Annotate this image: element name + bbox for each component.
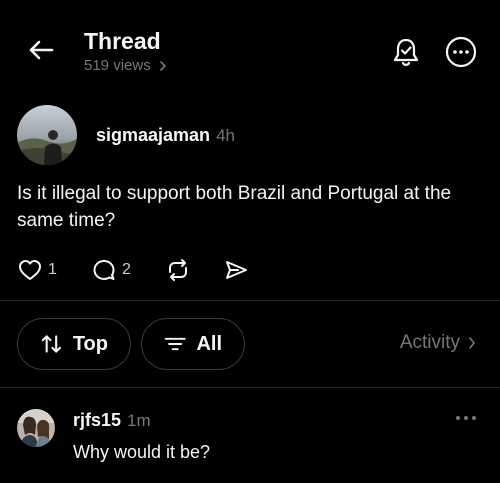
author-name: sigmaajaman — [96, 125, 211, 145]
activity-label: Activity — [399, 332, 460, 353]
share-button[interactable] — [223, 258, 249, 282]
repost-button[interactable] — [164, 258, 192, 282]
avatar[interactable] — [17, 105, 77, 165]
filter-label: All — [196, 332, 222, 355]
repost-icon — [169, 259, 187, 281]
more-dots-icon — [456, 416, 476, 420]
heart-icon — [19, 260, 41, 280]
views-count: 519 views — [84, 57, 151, 74]
comment-icon — [93, 260, 115, 280]
reply-more-button[interactable] — [452, 410, 480, 426]
chevron-right-icon — [159, 60, 166, 71]
arrow-left-icon — [29, 40, 54, 60]
top-bar: Thread 519 views — [0, 0, 500, 100]
post-time: 4h — [216, 126, 235, 145]
page-title: Thread — [84, 28, 161, 54]
reply-time: 1m — [127, 411, 151, 430]
sort-arrows-icon — [41, 335, 62, 353]
reply-button[interactable]: 2 — [91, 258, 131, 282]
activity-link[interactable]: Activity — [400, 332, 476, 354]
like-button[interactable]: 1 — [17, 258, 57, 282]
post-author[interactable]: sigmaajaman 4h — [96, 125, 235, 146]
reply-author-name: rjfs15 — [73, 410, 122, 430]
sort-top-button[interactable]: Top — [17, 318, 131, 370]
reply-text: Why would it be? — [73, 442, 211, 462]
filter-lines-icon — [164, 337, 186, 351]
divider — [0, 300, 500, 301]
sort-label: Top — [72, 332, 108, 355]
bell-check-icon — [393, 38, 419, 66]
filter-all-button[interactable]: All — [141, 318, 245, 370]
like-count: 1 — [48, 261, 57, 278]
more-circle-icon — [445, 36, 477, 68]
back-button[interactable] — [26, 34, 56, 66]
avatar-image — [17, 409, 55, 447]
reply-author[interactable]: rjfs15 1m — [73, 410, 151, 431]
chevron-right-icon — [469, 337, 475, 349]
notify-button[interactable] — [390, 36, 422, 68]
avatar[interactable] — [17, 409, 55, 447]
avatar-image — [17, 105, 77, 165]
views-link[interactable]: 519 views — [84, 57, 167, 74]
more-button[interactable] — [445, 36, 477, 68]
divider — [0, 387, 500, 388]
send-icon — [226, 261, 247, 279]
post-text: Is it illegal to support both Brazil and… — [17, 183, 452, 231]
filter-bar: Top All Activity — [0, 318, 500, 370]
reply-count: 2 — [122, 261, 131, 278]
